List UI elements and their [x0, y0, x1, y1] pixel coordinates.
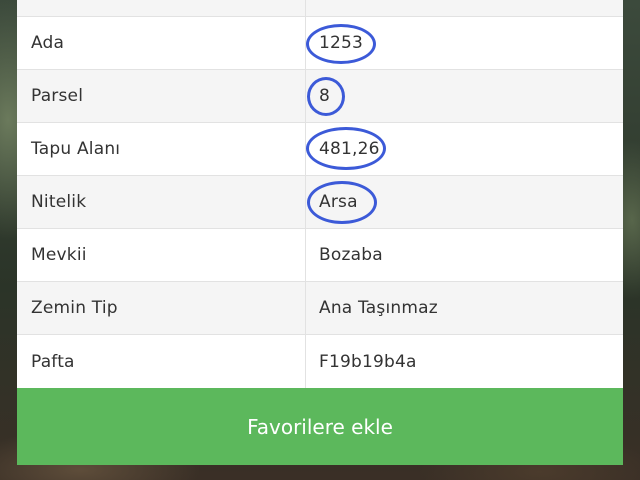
property-details-sheet: Ada 1253 Parsel 8 Tapu Alanı 481,26 Nite… — [17, 0, 623, 388]
row-label: Parsel — [31, 86, 84, 106]
row-value: Ana Taşınmaz — [319, 298, 438, 318]
row-label: Nitelik — [31, 192, 87, 212]
column-divider — [305, 70, 306, 122]
table-row-parsel: Parsel 8 — [17, 70, 623, 123]
add-to-favorites-label: Favorilere ekle — [247, 414, 393, 439]
column-divider — [305, 335, 306, 388]
table-row-pafta: Pafta F19b19b4a — [17, 335, 623, 388]
row-value: 1253 — [319, 33, 364, 53]
column-divider — [305, 17, 306, 69]
column-divider — [305, 176, 306, 228]
add-to-favorites-button[interactable]: Favorilere ekle — [17, 388, 623, 465]
table-row-zemin-tip: Zemin Tip Ana Taşınmaz — [17, 282, 623, 335]
row-value: 8 — [319, 86, 331, 106]
column-divider — [305, 123, 306, 175]
table-row-ada: Ada 1253 — [17, 17, 623, 70]
row-label: Mevkii — [31, 245, 87, 265]
table-row-mevkii: Mevkii Bozaba — [17, 229, 623, 282]
row-label: Ada — [31, 33, 65, 53]
table-row-partial — [17, 0, 623, 17]
table-row-tapu-alani: Tapu Alanı 481,26 — [17, 123, 623, 176]
row-value: Bozaba — [319, 245, 383, 265]
row-value: 481,26 — [319, 139, 380, 159]
row-value: Arsa — [319, 192, 358, 212]
row-label: Zemin Tip — [31, 298, 118, 318]
column-divider — [305, 229, 306, 281]
column-divider — [305, 282, 306, 334]
row-label: Tapu Alanı — [31, 139, 121, 159]
row-label: Pafta — [31, 351, 75, 372]
row-value: F19b19b4a — [319, 351, 417, 372]
column-divider — [305, 0, 306, 16]
table-row-nitelik: Nitelik Arsa — [17, 176, 623, 229]
